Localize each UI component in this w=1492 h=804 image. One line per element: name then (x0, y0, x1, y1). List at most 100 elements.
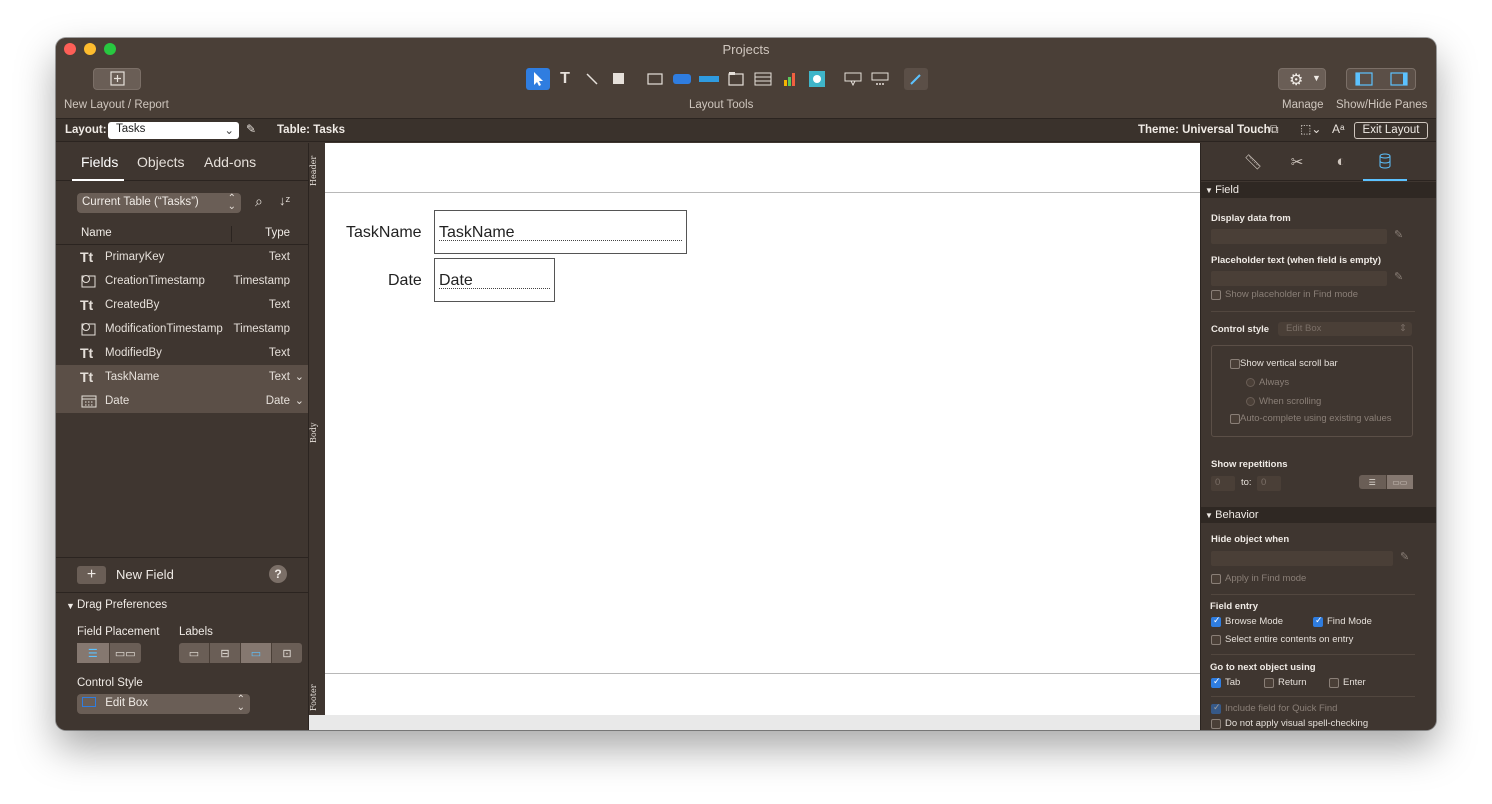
field-row-primarykey[interactable]: Tt PrimaryKey Text (56, 245, 308, 269)
web-viewer-tool[interactable] (805, 68, 829, 90)
include-quick-find-checkbox[interactable] (1211, 702, 1221, 714)
tab-add-ons[interactable]: Add-ons (204, 154, 256, 170)
part-label-footer[interactable]: Footer (309, 678, 325, 718)
pencil-icon[interactable]: ✎ (1400, 550, 1409, 563)
apply-in-find-mode-checkbox[interactable] (1211, 574, 1221, 584)
format-painter-tool[interactable] (904, 68, 928, 90)
placeholder-text-input[interactable] (1211, 271, 1387, 286)
database-icon[interactable] (1375, 153, 1395, 173)
date-field[interactable]: Date (434, 258, 555, 302)
manage-button[interactable]: ⚙ ▼ (1278, 68, 1326, 90)
repetitions-to-input[interactable]: 0 (1257, 476, 1281, 491)
always-radio[interactable] (1246, 378, 1255, 387)
add-field-button[interactable]: + (77, 566, 106, 584)
hide-object-when-input[interactable] (1211, 551, 1393, 566)
line-tool[interactable] (580, 68, 604, 90)
display-data-from-input[interactable] (1211, 229, 1387, 244)
enter-checkbox[interactable] (1329, 678, 1339, 688)
field-row-modifiedby[interactable]: Tt ModifiedBy Text (56, 341, 308, 365)
field-row-taskname[interactable]: Tt TaskName Text ⌄ (56, 365, 308, 389)
new-field-label[interactable]: New Field (116, 567, 174, 582)
taskname-field[interactable]: TaskName (434, 210, 687, 254)
text-tool[interactable]: T (553, 68, 577, 90)
help-button[interactable]: ? (269, 565, 287, 583)
button-bar-tool[interactable] (697, 68, 721, 90)
layout-canvas[interactable]: TaskName TaskName Date Date (325, 143, 1200, 715)
return-checkbox[interactable] (1264, 678, 1274, 688)
no-label-icon[interactable]: ▭ (179, 643, 210, 663)
drag-preferences-label[interactable]: Drag Preferences (77, 599, 167, 611)
body-boundary[interactable] (325, 673, 1200, 674)
vertical-placement-icon[interactable]: ☰ (77, 643, 110, 663)
search-icon[interactable]: ⌕ (255, 193, 263, 210)
no-spell-check-checkbox[interactable] (1211, 719, 1221, 729)
label-above-icon[interactable]: ⊟ (210, 643, 241, 663)
part-label-header[interactable]: Header (309, 151, 325, 191)
part-label-body[interactable]: Body (309, 413, 325, 453)
font-size-icon[interactable]: Aᵃ (1332, 122, 1344, 136)
tab-checkbox[interactable] (1211, 676, 1221, 688)
taskname-field-label[interactable]: TaskName (346, 224, 422, 242)
control-style-select[interactable]: Edit Box ⇕ (1278, 322, 1412, 336)
label-left-icon[interactable]: ▭ (241, 643, 272, 663)
disclosure-triangle-icon[interactable]: ▼ (66, 601, 75, 611)
field-entry-label: Field entry (1210, 601, 1259, 612)
behavior-section-header[interactable]: ▼ Behavior (1201, 507, 1436, 523)
field-section-header[interactable]: ▼ Field (1201, 182, 1436, 198)
toolbar-separator (832, 68, 838, 90)
show-hide-panes-button[interactable] (1346, 68, 1416, 90)
show-scroll-bar-checkbox[interactable] (1230, 359, 1240, 369)
shape-tool[interactable] (607, 68, 631, 90)
ruler-icon[interactable]: 📏︎ (1243, 153, 1263, 173)
table-select[interactable]: Current Table (“Tasks”) ⌃ ⌄ (77, 193, 241, 213)
when-scrolling-radio[interactable] (1246, 397, 1255, 406)
tab-objects[interactable]: Objects (137, 154, 184, 170)
control-style-label: Control Style (77, 677, 143, 689)
pencil-icon[interactable]: ✎ (1394, 228, 1403, 241)
pencil-icon[interactable]: ✎ (1394, 270, 1403, 283)
field-row-createdby[interactable]: Tt CreatedBy Text (56, 293, 308, 317)
chart-tool[interactable] (778, 68, 802, 90)
header-boundary[interactable] (325, 192, 1200, 193)
portal-tool[interactable] (751, 68, 775, 90)
updown-chevron-icon: ⌃ ⌄ (236, 694, 245, 713)
horizontal-repetitions-icon[interactable]: ▭▭ (1386, 475, 1413, 489)
screen-stencils-icon[interactable]: ⬚⌄ (1300, 122, 1321, 136)
layout-tools: T (526, 68, 928, 90)
chart-icon (784, 73, 795, 86)
sort-icon[interactable]: ↓ᶻ (279, 193, 290, 208)
exit-layout-button[interactable]: Exit Layout (1354, 122, 1428, 139)
tab-fields[interactable]: Fields (81, 154, 118, 170)
repetitions-from-input[interactable]: 0 (1211, 476, 1235, 491)
label-inside-icon[interactable]: ⊡ (272, 643, 302, 663)
field-row-modificationtimestamp[interactable]: ModificationTimestamp Timestamp (56, 317, 308, 341)
button-tool[interactable] (670, 68, 694, 90)
popover-tool[interactable] (841, 68, 865, 90)
chevron-down-icon[interactable]: ⌄ (295, 370, 304, 383)
layout-select[interactable]: Tasks ⌄ (108, 122, 239, 139)
column-name-header[interactable]: Name (81, 227, 112, 239)
field-type: Text (268, 347, 290, 359)
slide-control-tool[interactable] (868, 68, 892, 90)
edit-layout-pencil-icon[interactable]: ✎ (246, 122, 256, 136)
field-row-creationtimestamp[interactable]: CreationTimestamp Timestamp (56, 269, 308, 293)
tab-control-tool[interactable] (724, 68, 748, 90)
pointer-tool[interactable] (526, 68, 550, 90)
find-mode-checkbox[interactable] (1313, 615, 1323, 627)
column-type-header[interactable]: Type (265, 227, 290, 239)
vertical-repetitions-icon[interactable]: ☰ (1359, 475, 1387, 489)
date-field-label[interactable]: Date (388, 272, 422, 290)
auto-complete-checkbox[interactable] (1230, 414, 1240, 424)
horizontal-placement-icon[interactable]: ▭▭ (110, 643, 142, 663)
control-style-select[interactable]: Edit Box ⌃ ⌄ (77, 694, 250, 714)
show-placeholder-checkbox[interactable] (1211, 290, 1221, 300)
browse-mode-checkbox[interactable] (1211, 615, 1221, 627)
change-theme-icon[interactable]: ⧉ (1270, 122, 1279, 137)
select-entire-contents-checkbox[interactable] (1211, 635, 1221, 645)
new-layout-button[interactable] (93, 68, 141, 90)
field-row-date[interactable]: Date Date ⌄ (56, 389, 308, 413)
tools-icon[interactable]: ✂ (1287, 153, 1307, 173)
field-tool[interactable] (643, 68, 667, 90)
chevron-down-icon[interactable]: ⌄ (295, 394, 304, 407)
palette-icon[interactable]: ◐ (1331, 153, 1351, 173)
